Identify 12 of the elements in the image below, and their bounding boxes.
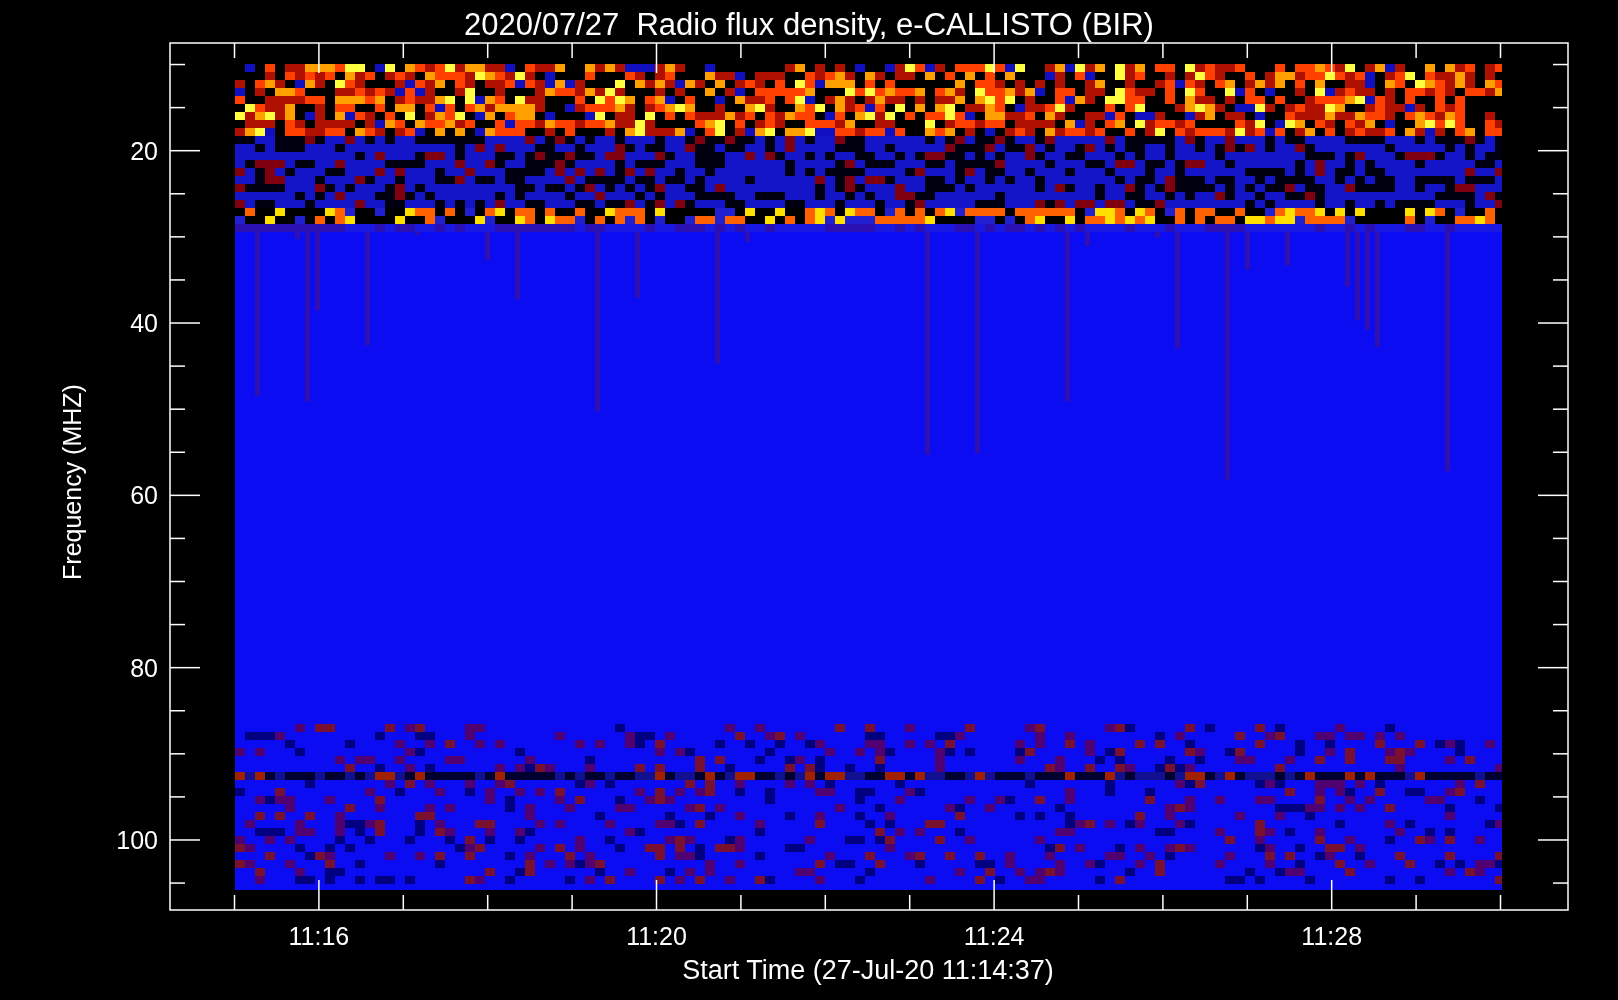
tick-label: 100 — [115, 824, 158, 855]
tick-label: 60 — [129, 480, 158, 511]
tick-label: 80 — [129, 652, 158, 683]
tick-label: 11:20 — [625, 921, 688, 951]
axis-label: Frequency (MHZ) — [57, 384, 88, 580]
tick-label: 11:28 — [1300, 921, 1364, 951]
tick-label: 11:24 — [962, 921, 1026, 951]
tick-label: 20 — [129, 135, 158, 166]
axis-label: Start Time (27-Jul-20 11:14:37) — [681, 954, 1055, 987]
chart-title: 2020/07/27 Radio flux density, e-CALLISTO (BIR) — [463, 6, 1155, 44]
tick-label: 11:16 — [287, 921, 351, 951]
tick-label: 40 — [129, 308, 158, 338]
